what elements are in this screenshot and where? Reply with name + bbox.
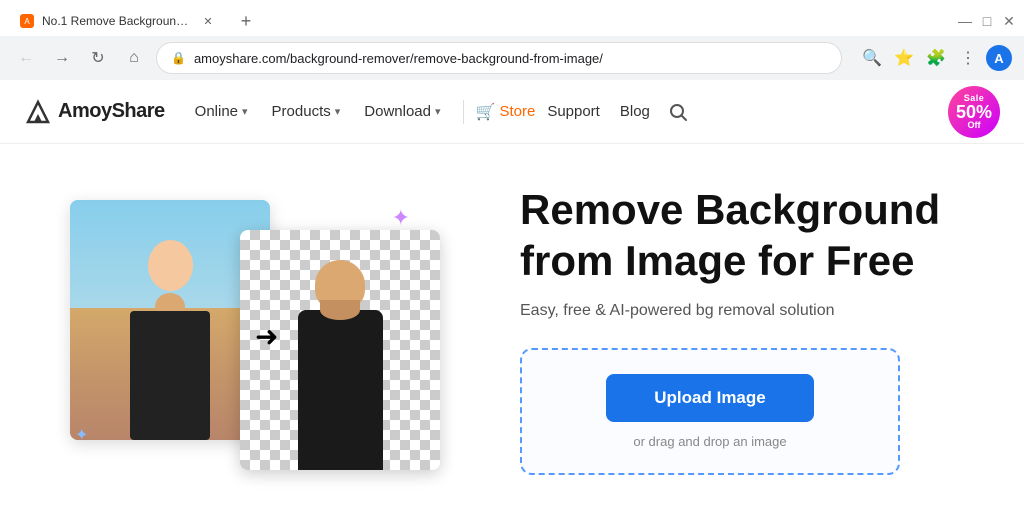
url-text: amoyshare.com/background-remover/remove-… [194, 51, 827, 66]
logo-icon [24, 98, 52, 126]
back-button[interactable]: ← [12, 44, 40, 72]
url-bar[interactable]: 🔒 amoyshare.com/background-remover/remov… [156, 42, 842, 74]
cart-icon: 🛒 [476, 102, 496, 122]
home-button[interactable]: ⌂ [120, 44, 148, 72]
demo-images: ➜ ✦ ✦ [60, 180, 480, 480]
nav-item-download[interactable]: Download ▾ [354, 97, 450, 126]
search-button[interactable] [662, 96, 694, 128]
new-tab-button[interactable]: + [232, 7, 260, 35]
tab-title: No.1 Remove Background from ... [42, 14, 192, 28]
nav-item-online[interactable]: Online ▾ [185, 97, 258, 126]
lock-icon: 🔒 [171, 51, 186, 65]
chevron-down-icon: ▾ [335, 105, 341, 118]
address-bar: ← → ↻ ⌂ 🔒 amoyshare.com/background-remov… [0, 36, 1024, 80]
upload-dropzone[interactable]: Upload Image or drag and drop an image [520, 348, 900, 475]
nav-divider [463, 100, 464, 124]
drag-drop-text: or drag and drop an image [633, 434, 786, 449]
nav-item-support[interactable]: Support [539, 103, 608, 120]
main-content: ➜ ✦ ✦ Remove Background from Image for F… [0, 144, 1024, 516]
headline: Remove Background from Image for Free [520, 185, 964, 286]
chevron-down-icon: ▾ [435, 105, 441, 118]
sale-badge[interactable]: Sale 50% Off [948, 86, 1000, 138]
arrow-icon: ➜ [255, 320, 278, 353]
reload-button[interactable]: ↻ [84, 44, 112, 72]
tab-close-button[interactable]: ✕ [200, 13, 216, 29]
logo[interactable]: AmoyShare [24, 98, 165, 126]
bookmark-icon[interactable]: ⭐ [890, 44, 918, 72]
nav-item-products[interactable]: Products ▾ [262, 97, 351, 126]
sale-off: Off [968, 121, 981, 130]
browser-tab[interactable]: A No.1 Remove Background from ... ✕ [8, 7, 228, 35]
hero-text-area: Remove Background from Image for Free Ea… [520, 185, 964, 475]
browser-toolbar-icons: 🔍 ⭐ 🧩 ⋮ A [858, 44, 1012, 72]
profile-avatar[interactable]: A [986, 45, 1012, 71]
sparkle-top-icon: ✦ [392, 205, 410, 231]
minimize-button[interactable]: — [958, 14, 972, 28]
sparkle-bottom-icon: ✦ [75, 425, 88, 445]
close-window-button[interactable]: ✕ [1002, 14, 1016, 28]
browser-chrome: A No.1 Remove Background from ... ✕ + — … [0, 0, 1024, 80]
window-controls: — □ ✕ [958, 14, 1016, 28]
maximize-button[interactable]: □ [980, 14, 994, 28]
site-nav: AmoyShare Online ▾ Products ▾ Download ▾… [0, 80, 1024, 144]
nav-item-store[interactable]: 🛒 Store [476, 102, 536, 122]
nav-links: Online ▾ Products ▾ Download ▾ 🛒 Store S… [185, 96, 940, 128]
logo-text: AmoyShare [58, 100, 165, 123]
browser-settings-icon[interactable]: ⋮ [954, 44, 982, 72]
subtext: Easy, free & AI-powered bg removal solut… [520, 302, 964, 320]
nav-item-blog[interactable]: Blog [612, 103, 658, 120]
sale-percent: 50% [956, 103, 992, 121]
extensions-icon[interactable]: 🧩 [922, 44, 950, 72]
search-browser-icon[interactable]: 🔍 [858, 44, 886, 72]
search-icon [668, 102, 688, 122]
website: AmoyShare Online ▾ Products ▾ Download ▾… [0, 80, 1024, 516]
tab-favicon: A [20, 14, 34, 28]
upload-image-button[interactable]: Upload Image [606, 374, 813, 422]
title-bar: A No.1 Remove Background from ... ✕ + — … [0, 0, 1024, 36]
chevron-down-icon: ▾ [242, 105, 248, 118]
forward-button[interactable]: → [48, 44, 76, 72]
